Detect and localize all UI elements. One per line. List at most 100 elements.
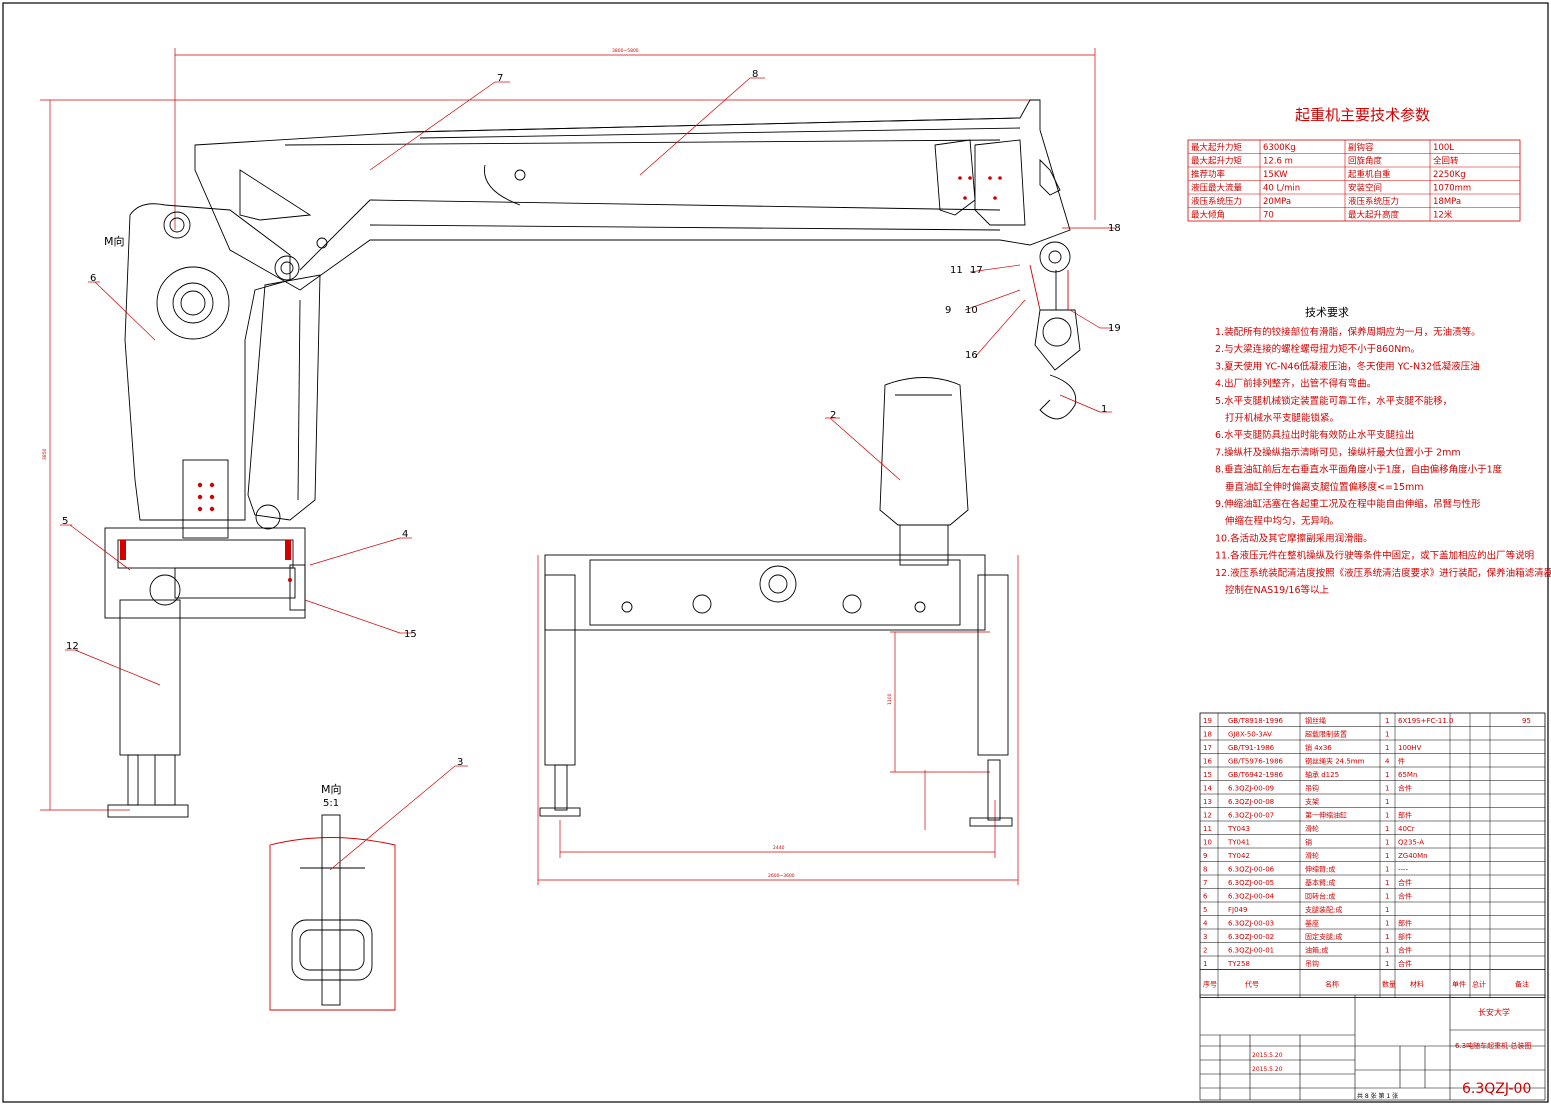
specs-cell: 全回转 [1433,156,1459,167]
bom-cell: 65Mn [1398,771,1417,779]
requirement-item: 9.伸缩油缸活塞在各起重工况及在程中能自由伸缩，吊臂与性形 [1215,498,1481,510]
bom-cell: 滑轮 [1305,824,1319,833]
specs-cell: 6300Kg [1263,143,1296,153]
bom-cell: 1 [1385,906,1389,914]
bom-cell: 合件 [1398,946,1412,955]
specs-cell: 100L [1433,143,1454,153]
bom-cell: 1 [1385,852,1389,860]
requirements-title: 技术要求 [1305,306,1349,319]
requirement-item: 2.与大梁连接的螺栓螺母扭力矩不小于860Nm。 [1215,343,1420,355]
bom-cell: 5 [1203,906,1207,914]
specs-title: 起重机主要技术参数 [1295,106,1430,124]
detail-view-m [269,814,396,1011]
specs-cell: 最大起升高度 [1348,210,1400,221]
bom-cell: 支架 [1305,797,1319,806]
bom-cell: GJ8X-50-3AV [1228,731,1272,739]
bom-cell: 1 [1385,798,1389,806]
bom-cell: 14 [1203,785,1212,793]
specs-cell: 最大倾角 [1191,210,1225,221]
requirement-item: 打开机械水平支腿能锁紧。 [1225,412,1339,424]
bom-cell: 1 [1385,960,1389,968]
callout-12: 12 [66,641,79,652]
callout-5: 5 [62,516,68,527]
bom-cell: 合件 [1398,784,1412,793]
callout-10: 10 [965,305,978,316]
bom-cell: 1 [1385,825,1389,833]
requirement-item: 10.各活动及其它摩擦副采用润滑脂。 [1215,532,1373,544]
specs-cell: 最大起升力矩 [1191,142,1243,153]
tb-date2: 2015.5.20 [1252,1066,1283,1073]
bom-cell: 滑轮 [1305,851,1319,860]
callout-leaders [60,77,1115,871]
bom-cell: 6.3QZJ-00-03 [1228,920,1274,928]
bom-cell: 1 [1385,771,1389,779]
requirement-item: 12.液压系统装配清洁度按照《液压系统清洁度要求》进行装配，保养油箱滤清器 [1215,567,1551,579]
requirement-item: 4.出厂前排列整齐，出管不得有弯曲。 [1215,378,1376,390]
specs-cell: 15KW [1263,170,1288,180]
bom-cell: 1 [1385,947,1389,955]
bom-cell: 18 [1203,731,1212,739]
specs-cell: 推荐功率 [1191,169,1226,180]
requirement-item: 垂直油缸全伸时偏离支腿位置偏移度<=15mm [1225,481,1424,493]
bom-cell: 固定支腿;成 [1305,932,1342,941]
bom-cell: 1 [1385,839,1389,847]
bom-cell: 钢丝绳夹 24.5mm [1305,757,1365,766]
requirement-item: 1.装配所有的铰接部位有滑脂，保养周期应为一月，无油渍等。 [1215,326,1481,338]
crane-side-view [104,99,1081,818]
bom-cell: 超载限制装置 [1305,730,1347,739]
bom-cell: 95 [1522,717,1531,725]
bom-cell: 部件 [1398,919,1412,928]
bom-cell: Q235-A [1398,839,1424,847]
requirement-item: 8.垂直油缸前后左右垂直水平面角度小于1度，自由偏移角度小于1度 [1215,464,1503,476]
dim-top-text: 3800~5800 [612,48,639,54]
bom-cell: 部件 [1398,932,1412,941]
view-m-top-label: M向 [104,234,125,248]
bom-cell: 19 [1203,717,1212,725]
callout-17: 17 [970,265,983,276]
specs-cell: 12.6 m [1263,157,1293,167]
bom-cell: 6.3QZJ-00-09 [1228,785,1274,793]
bom-cell: 11 [1203,825,1212,833]
tb-drawing-no: 6.3QZJ-00 [1462,1081,1531,1097]
bom-cell: 6.3QZJ-00-02 [1228,933,1274,941]
bom-cell: ---- [1398,866,1409,874]
bom-cell: 合件 [1398,959,1412,968]
bom-cell: TY043 [1227,825,1250,833]
bom-cell: 支腿装配;成 [1305,905,1342,914]
crane-red-details [120,176,1002,582]
bom-cell: ZG40Mn [1398,852,1428,860]
bom-cell: TY258 [1227,960,1250,968]
specs-cell: 70 [1263,211,1274,221]
specs-cell: 起重机自重 [1348,169,1391,180]
bom-cell: 合件 [1398,892,1412,901]
bom-cell: 轴承 d125 [1305,770,1339,779]
specs-cell: 20MPa [1263,197,1291,207]
bom-cell: 2 [1203,947,1207,955]
bom-cell: GB/T8918-1996 [1228,717,1284,725]
bom-cell: 销 4x36 [1305,743,1332,752]
bom-cell: 4 [1203,920,1208,928]
tb-school: 长安大学 [1478,1007,1510,1017]
requirement-item: 3.夏天使用 YC-N46低凝液压油，冬天使用 YC-N32低凝液压油 [1215,360,1480,372]
bom-header-cell: 材料 [1410,980,1424,989]
requirement-item: 6.水平支腿防具拉出时能有效防止水平支腿拉出 [1215,429,1414,441]
bom-cell: 40Cr [1398,825,1415,833]
bom-cell: GB/T91-1986 [1228,744,1275,752]
tb-sheet: 共 8 张 第 1 张 [1357,1092,1398,1100]
bom-cell: 3 [1203,933,1207,941]
bom-cell: GB/T6942-1986 [1228,771,1284,779]
dim-leg-text: 1100 [887,693,893,705]
bom-cell: 1 [1385,933,1389,941]
dim-base-inner-text: 2440 [773,845,785,851]
specs-cell: 12米 [1433,210,1453,221]
crane-front-view [539,377,1013,827]
dim-left-text: 3850 [42,448,48,460]
bom-cell: 12 [1203,812,1212,820]
bom-cell: TY042 [1227,852,1250,860]
view-m-detail-label: M向 [321,782,342,796]
bom-cell: 伸缩臂;成 [1305,865,1335,874]
callout-2: 2 [830,410,836,421]
bom-table: 19 GB/T8918-1996 钢丝绳 1 6X19S+FC-11.0 9518 GJ8X… [1199,712,1546,998]
bom-cell: 1 [1385,731,1389,739]
bom-header-cell: 名称 [1325,980,1339,989]
